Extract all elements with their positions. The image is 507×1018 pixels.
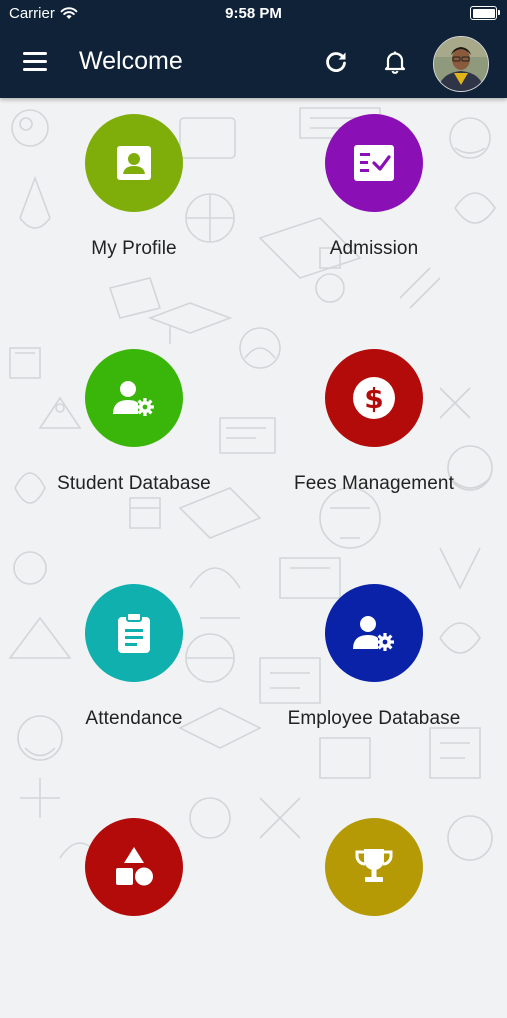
app-header: Carrier 9:58 PM Welcome xyxy=(0,0,507,98)
tile-label: Student Database xyxy=(57,473,211,494)
tile-circle xyxy=(85,114,183,212)
tile-employee-database[interactable]: Employee Database xyxy=(254,584,494,784)
avatar[interactable] xyxy=(433,36,489,92)
battery-icon xyxy=(470,6,500,20)
tile-label: Employee Database xyxy=(287,708,461,729)
tile-circle: $ xyxy=(325,349,423,447)
tile-circle xyxy=(85,818,183,916)
user-gear-icon xyxy=(353,616,394,651)
tile-circle xyxy=(85,349,183,447)
tile-label: Admission xyxy=(329,238,419,259)
refresh-icon[interactable] xyxy=(323,49,349,75)
status-time: 9:58 PM xyxy=(225,5,282,22)
trophy-icon xyxy=(355,849,393,882)
tile-circle xyxy=(325,818,423,916)
status-bar: Carrier 9:58 PM xyxy=(0,0,507,28)
profile-card-icon xyxy=(117,146,151,180)
page-title: Welcome xyxy=(79,47,183,75)
tile-student-database[interactable]: Student Database xyxy=(14,349,254,549)
bell-icon[interactable] xyxy=(382,49,408,75)
tile-trophy[interactable] xyxy=(254,818,494,1018)
user-gear-icon xyxy=(113,381,154,416)
menu-icon[interactable] xyxy=(23,52,47,72)
nav-bar: Welcome xyxy=(0,28,507,98)
tile-circle xyxy=(325,584,423,682)
tile-shapes[interactable] xyxy=(14,818,254,1018)
svg-text:$: $ xyxy=(364,382,383,415)
tile-admission[interactable]: Admission xyxy=(254,114,494,314)
clipboard-icon xyxy=(118,612,150,653)
tile-label: Attendance xyxy=(85,708,183,729)
form-check-icon xyxy=(354,145,394,181)
tile-my-profile[interactable]: My Profile xyxy=(14,114,254,314)
tile-circle xyxy=(85,584,183,682)
avatar-photo xyxy=(434,37,488,91)
tile-label: Fees Management xyxy=(294,473,454,494)
shapes-icon xyxy=(116,847,153,886)
tile-attendance[interactable]: Attendance xyxy=(14,584,254,784)
tile-circle xyxy=(325,114,423,212)
tile-fees-management[interactable]: $ Fees Management xyxy=(254,349,494,549)
tile-label: My Profile xyxy=(91,238,177,259)
dollar-icon: $ xyxy=(353,377,395,419)
